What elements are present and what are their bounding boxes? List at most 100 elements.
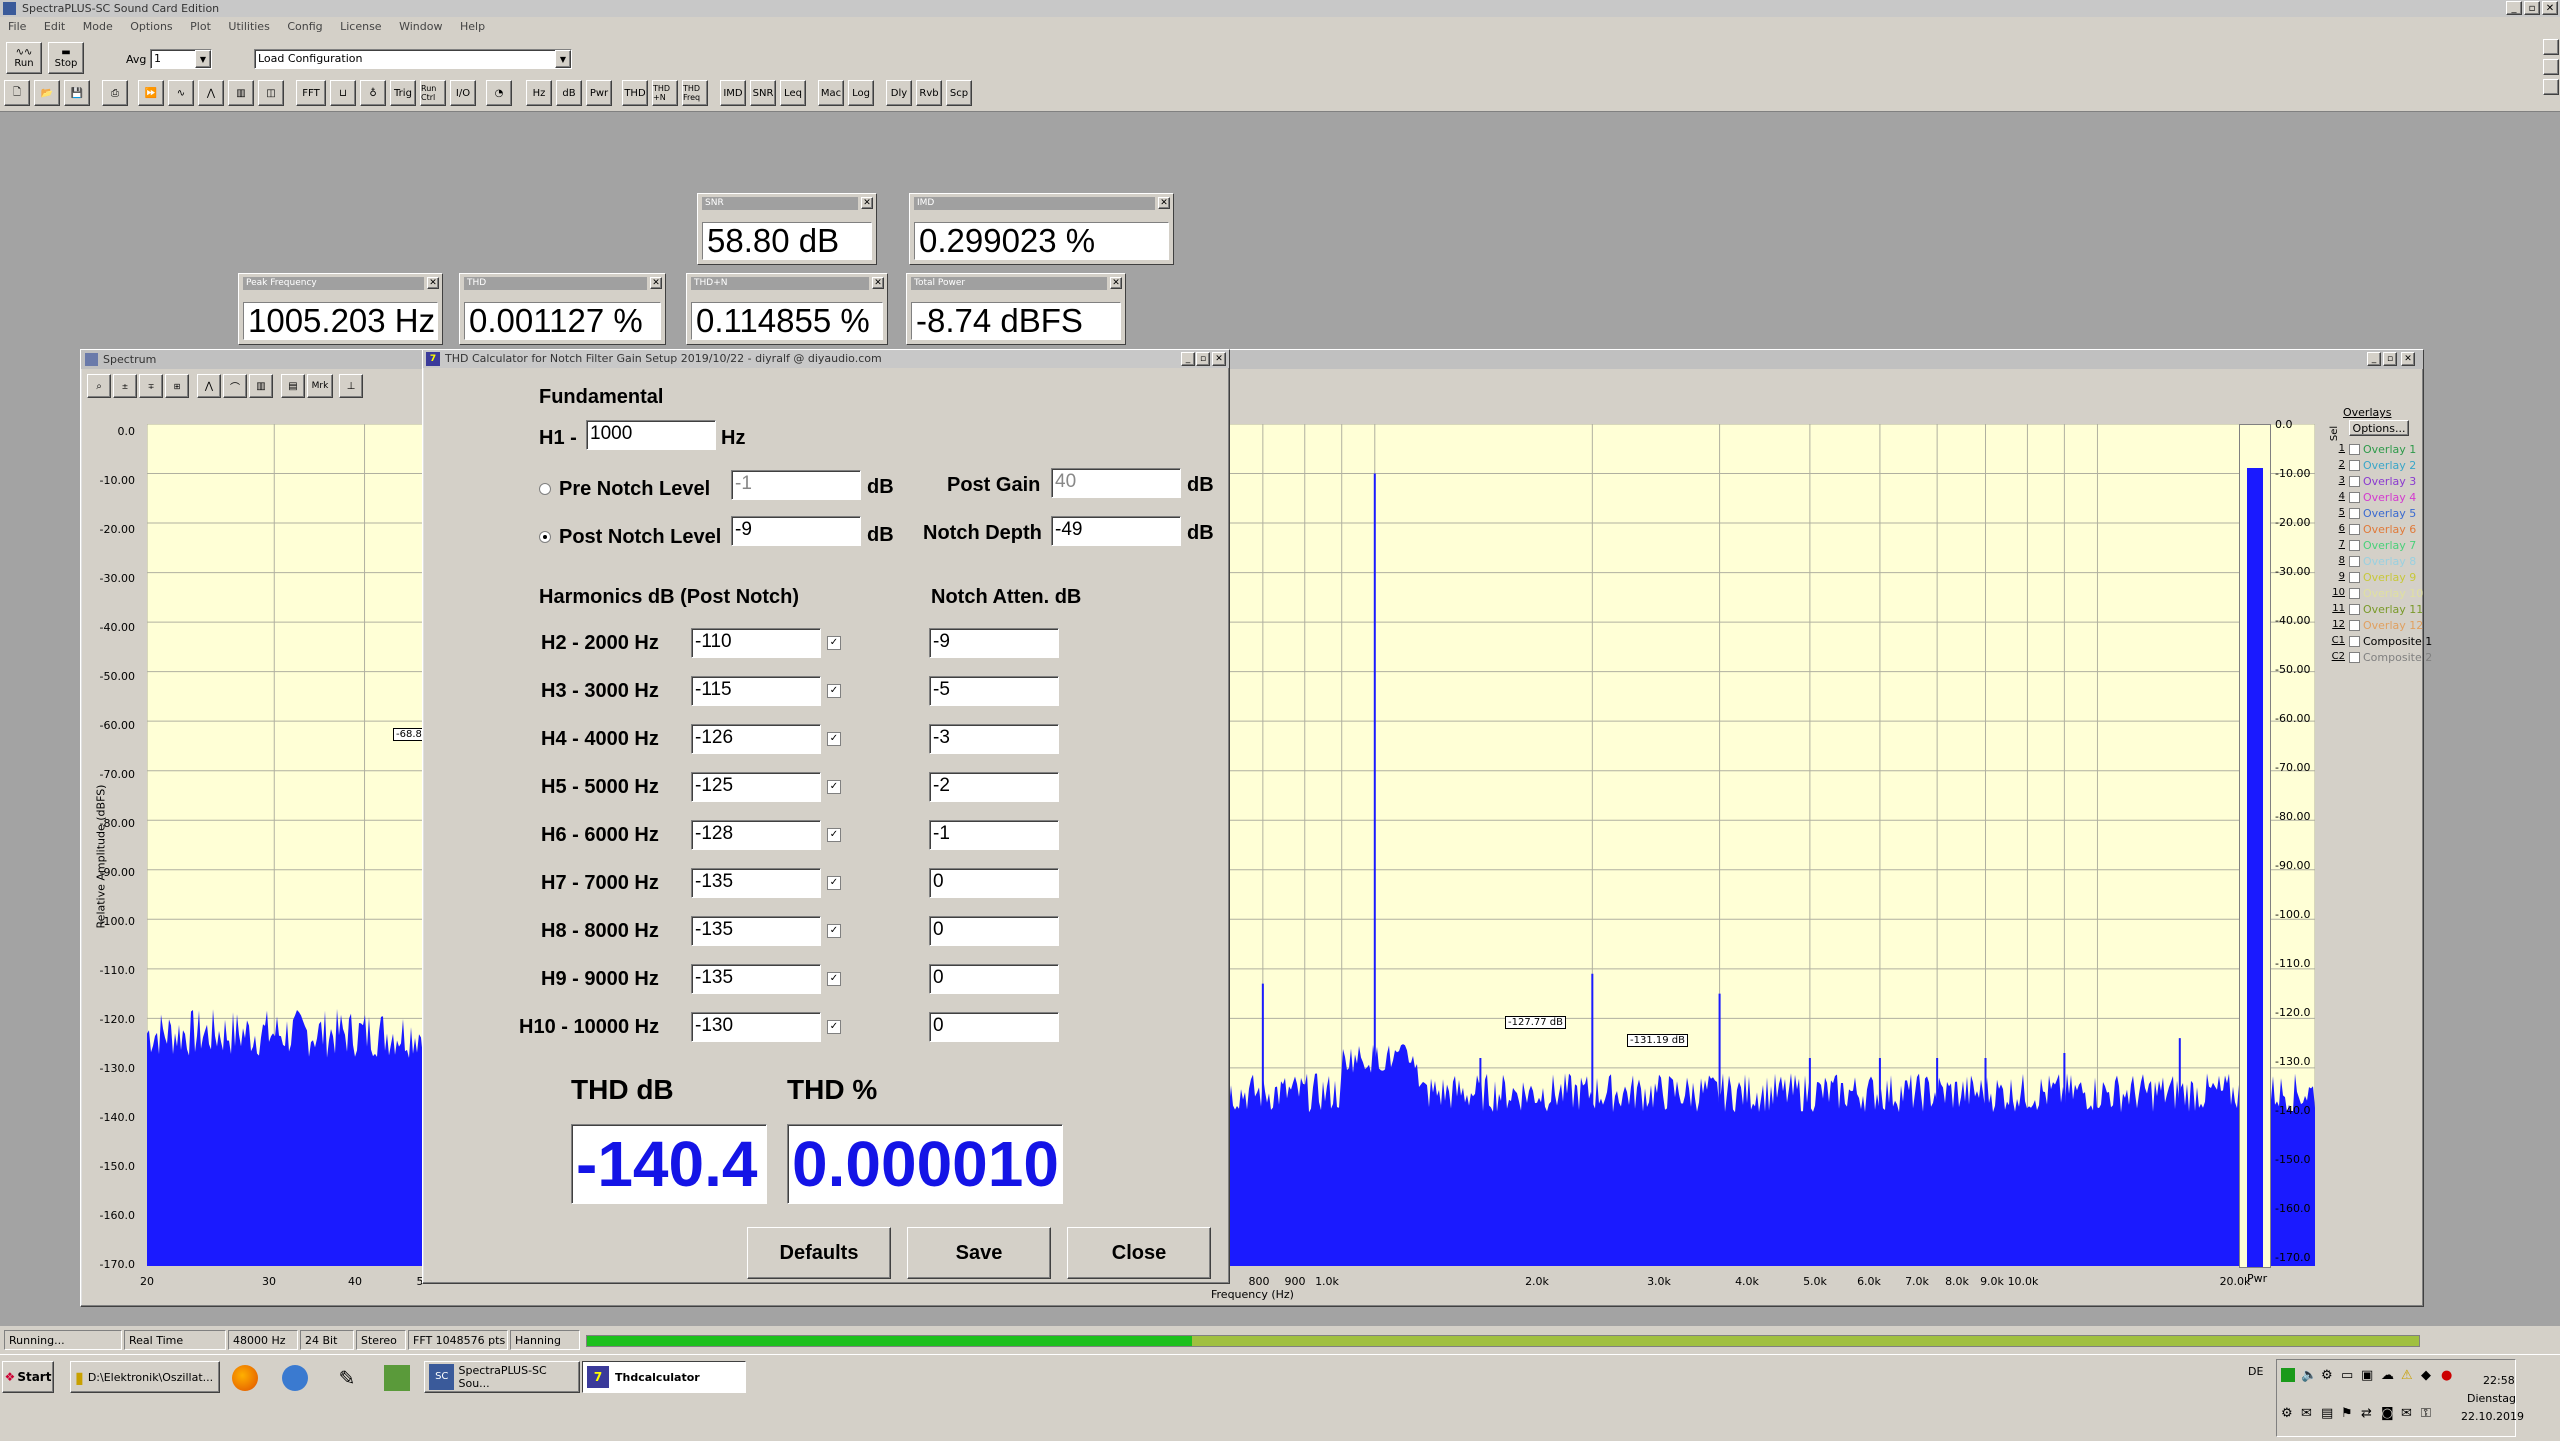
- harmonic-level-input[interactable]: -126: [691, 724, 821, 754]
- post-notch-radio[interactable]: [539, 531, 551, 543]
- minimize-button[interactable]: _: [2367, 352, 2381, 366]
- stop-button[interactable]: ▬ Stop: [48, 42, 84, 74]
- harmonic-enable-checkbox[interactable]: ✓: [827, 876, 841, 890]
- harmonic-enable-checkbox[interactable]: ✓: [827, 828, 841, 842]
- overlay-item[interactable]: 6 Overlay 6: [2329, 522, 2421, 538]
- close-icon[interactable]: ✕: [861, 197, 873, 209]
- thdn-meter[interactable]: THD+N ✕ 0.114855 %: [686, 273, 888, 345]
- cursor-icon[interactable]: ⊥: [339, 374, 363, 398]
- overlay-item[interactable]: C1 Composite 1: [2329, 634, 2433, 650]
- bars-icon[interactable]: ▥: [249, 374, 273, 398]
- overlay-item[interactable]: 7 Overlay 7: [2329, 538, 2421, 554]
- tray-flag-icon[interactable]: ⚑: [2341, 1406, 2353, 1421]
- run-ctrl-button[interactable]: Run Ctrl: [420, 80, 446, 106]
- notch-atten-input[interactable]: -1: [929, 820, 1059, 850]
- minimize-button[interactable]: _: [2506, 1, 2522, 15]
- snr-meter[interactable]: SNR ✕ 58.80 dB: [697, 193, 877, 265]
- notch-atten-input[interactable]: 0: [929, 868, 1059, 898]
- close-button[interactable]: Close: [1067, 1227, 1211, 1279]
- notch-atten-input[interactable]: 0: [929, 1012, 1059, 1042]
- overlay-item[interactable]: 3 Overlay 3: [2329, 474, 2421, 490]
- thd-meter[interactable]: THD ✕ 0.001127 %: [459, 273, 666, 345]
- close-icon[interactable]: ✕: [1212, 352, 1226, 366]
- leq-button[interactable]: Leq: [780, 80, 806, 106]
- harmonic-level-input[interactable]: -135: [691, 916, 821, 946]
- tray-shield-icon[interactable]: ◆: [2421, 1368, 2431, 1383]
- tray-record-icon[interactable]: ●: [2441, 1368, 2452, 1383]
- harmonic-level-input[interactable]: -130: [691, 1012, 821, 1042]
- new-icon[interactable]: 🗋: [4, 80, 30, 106]
- maximize-button[interactable]: ▫: [2524, 1, 2540, 15]
- table-icon[interactable]: ▤: [281, 374, 305, 398]
- overlay-checkbox[interactable]: [2349, 652, 2360, 663]
- overlay-checkbox[interactable]: [2349, 476, 2360, 487]
- tray-lock-icon[interactable]: ⚿: [2421, 1406, 2431, 1421]
- overlay-checkbox[interactable]: [2349, 492, 2360, 503]
- scp-button[interactable]: Scp: [946, 80, 972, 106]
- side-button-3[interactable]: [2543, 79, 2559, 95]
- snr-button[interactable]: SNR: [750, 80, 776, 106]
- tray-network-icon[interactable]: ⚙: [2321, 1368, 2333, 1383]
- save-file-icon[interactable]: 💾: [64, 80, 90, 106]
- harmonic-level-input[interactable]: -125: [691, 772, 821, 802]
- pwr-button[interactable]: Pwr: [586, 80, 612, 106]
- harmonic-level-input[interactable]: -115: [691, 676, 821, 706]
- overlay-checkbox[interactable]: [2349, 508, 2360, 519]
- tray-app-icon[interactable]: ▤: [2321, 1406, 2333, 1421]
- notch-depth-input[interactable]: -49: [1051, 516, 1181, 546]
- phase-icon[interactable]: ⋀: [198, 80, 224, 106]
- h1-frequency-input[interactable]: 1000: [586, 420, 716, 450]
- side-button-2[interactable]: [2543, 59, 2559, 75]
- overlay-item[interactable]: 1 Overlay 1: [2329, 442, 2421, 458]
- close-icon[interactable]: ✕: [427, 277, 439, 289]
- harmonic-level-input[interactable]: -135: [691, 868, 821, 898]
- avg-select[interactable]: 1 ▼: [150, 49, 212, 69]
- task-explorer[interactable]: ▮ D:\Elektronik\Oszillat...: [70, 1361, 220, 1393]
- overlay-checkbox[interactable]: [2349, 524, 2360, 535]
- menu-config[interactable]: Config: [287, 20, 322, 33]
- notch-atten-input[interactable]: -3: [929, 724, 1059, 754]
- overlay-checkbox[interactable]: [2349, 460, 2360, 471]
- harmonic-enable-checkbox[interactable]: ✓: [827, 684, 841, 698]
- overlay-checkbox[interactable]: [2349, 572, 2360, 583]
- rvb-button[interactable]: Rvb: [916, 80, 942, 106]
- overlay-item[interactable]: 2 Overlay 2: [2329, 458, 2421, 474]
- overlay-checkbox[interactable]: [2349, 444, 2360, 455]
- open-icon[interactable]: 📂: [34, 80, 60, 106]
- menu-plot[interactable]: Plot: [190, 20, 211, 33]
- menu-license[interactable]: License: [340, 20, 381, 33]
- fft-button[interactable]: FFT: [296, 80, 326, 106]
- save-button[interactable]: Save: [907, 1227, 1051, 1279]
- notch-atten-input[interactable]: -5: [929, 676, 1059, 706]
- tray-display-icon[interactable]: ▣: [2361, 1368, 2373, 1383]
- tools-icon[interactable]: ✎: [334, 1365, 360, 1391]
- imd-meter[interactable]: IMD ✕ 0.299023 %: [909, 193, 1174, 265]
- maximize-button[interactable]: ▫: [1196, 352, 1210, 366]
- overlay-item[interactable]: 12 Overlay 12: [2329, 618, 2423, 634]
- overlay-item[interactable]: C2 Composite 2: [2329, 650, 2433, 666]
- overlay-checkbox[interactable]: [2349, 556, 2360, 567]
- config-select[interactable]: Load Configuration ▼: [254, 49, 572, 69]
- chevron-down-icon[interactable]: ▼: [555, 50, 571, 68]
- tray-mail-icon[interactable]: ✉: [2401, 1406, 2412, 1421]
- log-button[interactable]: Log: [848, 80, 874, 106]
- close-icon[interactable]: ✕: [872, 277, 884, 289]
- menu-help[interactable]: Help: [460, 20, 485, 33]
- mac-button[interactable]: Mac: [818, 80, 844, 106]
- tray-monitor-icon[interactable]: ▭: [2341, 1368, 2353, 1383]
- overlay-checkbox[interactable]: [2349, 604, 2360, 615]
- close-icon[interactable]: ✕: [1110, 277, 1122, 289]
- post-gain-input[interactable]: 40: [1051, 468, 1181, 498]
- envelope-icon[interactable]: ⌒: [223, 374, 247, 398]
- tray-play-icon[interactable]: [2281, 1368, 2295, 1382]
- harmonic-enable-checkbox[interactable]: ✓: [827, 732, 841, 746]
- hz-button[interactable]: Hz: [526, 80, 552, 106]
- marker-button[interactable]: Mrk: [307, 374, 333, 398]
- peak-frequency-meter[interactable]: Peak Frequency ✕ 1005.203 Hz: [238, 273, 443, 345]
- firefox-icon[interactable]: [232, 1365, 258, 1391]
- menu-utilities[interactable]: Utilities: [228, 20, 269, 33]
- overlay-checkbox[interactable]: [2349, 620, 2360, 631]
- language-indicator[interactable]: DE: [2248, 1365, 2263, 1378]
- close-icon[interactable]: ✕: [1158, 197, 1170, 209]
- dly-button[interactable]: Dly: [886, 80, 912, 106]
